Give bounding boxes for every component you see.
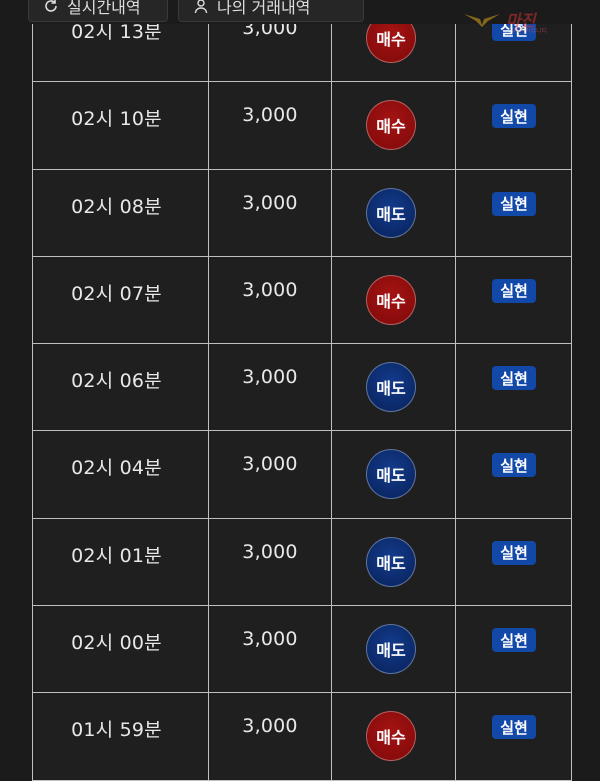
status-cell: 실현 (456, 431, 571, 517)
status-cell: 실현 (456, 606, 571, 692)
status-badge: 실현 (492, 540, 536, 565)
amount-cell: 3,000 (209, 606, 332, 693)
status-badge: 실현 (492, 191, 536, 216)
time-cell: 02시 01분 (33, 518, 209, 606)
status-badge: 실현 (492, 453, 536, 478)
table-row: 02시 10분 3,000 매수 실현 (33, 82, 571, 170)
tab-my-trade-history[interactable]: 나의 거래내역 (178, 0, 364, 22)
sell-badge: 매도 (366, 362, 416, 413)
status-badge: 실현 (492, 278, 536, 303)
status-badge: 실현 (492, 715, 536, 740)
tab-realtime-history[interactable]: 실시간내역 (28, 0, 168, 22)
trade-amount: 3,000 (242, 278, 298, 301)
table-row: 02시 01분 3,000 매도 실현 (33, 518, 571, 607)
time-cell: 02시 07분 (33, 256, 209, 344)
trade-amount: 3,000 (242, 628, 298, 651)
eagle-emblem-icon (464, 14, 500, 27)
buy-badge: 매수 (366, 711, 416, 762)
time-cell: 02시 06분 (33, 344, 209, 431)
amount-cell: 3,000 (209, 169, 332, 256)
sell-badge: 매도 (366, 536, 416, 587)
sell-badge: 매도 (366, 449, 416, 500)
table-row: 02시 04분 3,000 매도 실현 (33, 431, 571, 519)
sell-badge: 매도 (366, 187, 416, 238)
trade-time: 02시 04분 (71, 457, 162, 480)
amount-cell: 3,000 (209, 344, 332, 431)
table-row: 02시 00분 3,000 매도 실현 (33, 606, 571, 694)
table-row: 02시 07분 3,000 매수 실현 (33, 256, 571, 345)
trade-time: 02시 00분 (71, 632, 162, 655)
side-cell: 매도 (332, 344, 456, 431)
trade-time: 02시 01분 (71, 544, 162, 567)
trade-amount: 3,000 (242, 191, 298, 214)
status-badge: 실현 (492, 104, 536, 129)
sell-badge: 매도 (366, 624, 416, 675)
amount-cell: 3,000 (209, 256, 332, 344)
side-cell: 매도 (332, 431, 456, 518)
user-icon (194, 0, 208, 13)
trade-amount: 3,000 (242, 715, 298, 738)
buy-badge: 매수 (366, 100, 416, 151)
table-row: 01시 59분 3,000 매수 실현 (33, 693, 571, 781)
trade-time: 02시 07분 (71, 282, 162, 305)
amount-cell: 3,000 (209, 431, 332, 518)
side-cell: 매도 (332, 169, 456, 256)
table-row: 02시 08분 3,000 매도 실현 (33, 169, 571, 257)
time-cell: 02시 08분 (33, 169, 209, 256)
tab-label: 나의 거래내역 (217, 0, 311, 17)
buy-badge: 매수 (366, 274, 416, 325)
tab-label: 실시간내역 (67, 0, 141, 17)
side-cell: 매도 (332, 518, 456, 606)
side-cell: 매수 (332, 256, 456, 344)
trade-amount: 3,000 (242, 453, 298, 476)
amount-cell: 3,000 (209, 518, 332, 606)
status-badge: 실현 (492, 628, 536, 653)
trade-amount: 3,000 (242, 104, 298, 127)
side-cell: 매수 (332, 82, 456, 169)
status-cell: 실현 (456, 344, 571, 430)
amount-cell: 3,000 (209, 82, 332, 169)
refresh-icon (45, 0, 57, 12)
trade-amount: 3,000 (242, 540, 298, 563)
watermark-subtext: 마진 커뮤니티 (512, 28, 548, 35)
side-cell: 매도 (332, 606, 456, 693)
status-cell: 실현 (456, 257, 571, 343)
time-cell: 02시 10분 (33, 82, 209, 169)
trade-time: 02시 06분 (71, 370, 162, 393)
watermark-logo: 마진 마진 커뮤니티 (462, 4, 586, 35)
status-badge: 실현 (492, 366, 536, 391)
trade-amount: 3,000 (242, 366, 298, 389)
trade-time: 02시 10분 (71, 108, 162, 131)
time-cell: 02시 00분 (33, 606, 209, 693)
status-cell: 실현 (456, 82, 571, 168)
table-row: 02시 06분 3,000 매도 실현 (33, 344, 571, 432)
time-cell: 02시 04분 (33, 431, 209, 518)
status-cell: 실현 (456, 170, 571, 256)
trade-history-table: 02시 13분 3,000 매수 실현 02시 10분 3,000 매수 실현 02시 08분 3… (32, 0, 572, 781)
status-cell: 실현 (456, 519, 571, 605)
trade-time: 02시 08분 (71, 195, 162, 218)
trade-time: 01시 59분 (71, 719, 162, 742)
